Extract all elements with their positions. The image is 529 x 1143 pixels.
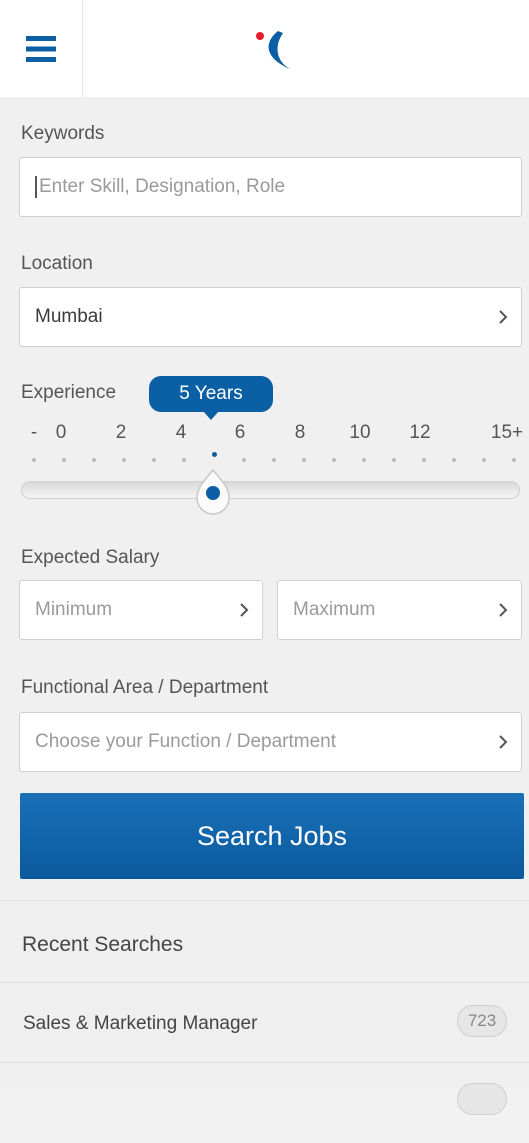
experience-tick: 6 (234, 422, 246, 443)
experience-scale-dot (182, 458, 186, 462)
experience-scale-dot (302, 458, 306, 462)
experience-scale-dot (452, 458, 456, 462)
chevron-right-icon (485, 309, 521, 325)
salary-minimum-select[interactable]: Minimum (19, 580, 263, 640)
menu-button[interactable] (0, 0, 83, 97)
salary-maximum-placeholder: Maximum (293, 599, 376, 620)
experience-value-badge: 5 Years (149, 376, 273, 420)
experience-scale-dot (92, 458, 96, 462)
recent-searches-title: Recent Searches (22, 933, 184, 956)
experience-scale-dot (62, 458, 66, 462)
experience-scale-dot (392, 458, 396, 462)
experience-scale-dot (482, 458, 486, 462)
expected-salary-label: Expected Salary (21, 547, 160, 568)
recent-search-label: Sales & Marketing Manager (23, 1013, 258, 1034)
location-label: Location (21, 253, 93, 274)
experience-slider-track[interactable] (21, 481, 520, 499)
chevron-right-icon (485, 734, 521, 750)
chevron-right-icon (485, 602, 521, 618)
experience-tick: 10 (349, 422, 371, 443)
top-app-bar (0, 0, 529, 98)
recent-search-item[interactable] (0, 1062, 529, 1143)
experience-label: Experience (21, 382, 117, 403)
experience-scale-dot (212, 452, 217, 457)
experience-scale-dot (272, 458, 276, 462)
keywords-input[interactable]: Enter Skill, Designation, Role (19, 157, 522, 217)
location-value: Mumbai (35, 306, 103, 327)
experience-scale-dot (242, 458, 246, 462)
experience-tick: 2 (115, 422, 127, 443)
experience-scale-dot (32, 458, 36, 462)
experience-tick: 4 (175, 422, 187, 443)
location-select[interactable]: Mumbai (19, 287, 522, 347)
experience-scale-dot (332, 458, 336, 462)
experience-tick: 15+ (490, 422, 524, 443)
recent-search-count-badge (457, 1083, 507, 1115)
keywords-label: Keywords (21, 123, 105, 144)
hamburger-menu-icon (26, 35, 56, 62)
experience-slider-handle[interactable] (193, 468, 233, 518)
salary-minimum-placeholder: Minimum (35, 599, 113, 620)
experience-tick: 8 (294, 422, 306, 443)
chevron-right-icon (226, 602, 262, 618)
keywords-placeholder: Enter Skill, Designation, Role (39, 176, 286, 197)
experience-scale-dot (512, 458, 516, 462)
search-jobs-button[interactable]: Search Jobs (20, 793, 524, 879)
experience-scale-dot (362, 458, 366, 462)
recent-search-count-badge: 723 (457, 1005, 507, 1037)
experience-tick: 0 (55, 422, 67, 443)
functional-area-select[interactable]: Choose your Function / Department (19, 712, 522, 772)
functional-area-placeholder: Choose your Function / Department (35, 731, 336, 752)
functional-area-label: Functional Area / Department (21, 677, 269, 698)
experience-scale-dot (122, 458, 126, 462)
experience-scale-dot (422, 458, 426, 462)
salary-maximum-select[interactable]: Maximum (277, 580, 522, 640)
brand-logo-icon[interactable] (250, 28, 300, 72)
experience-scale-dot (152, 458, 156, 462)
recent-search-item[interactable]: Sales & Marketing Manager 723 (0, 982, 529, 1063)
experience-tick: - (30, 422, 38, 443)
experience-tick: 12 (409, 422, 431, 443)
